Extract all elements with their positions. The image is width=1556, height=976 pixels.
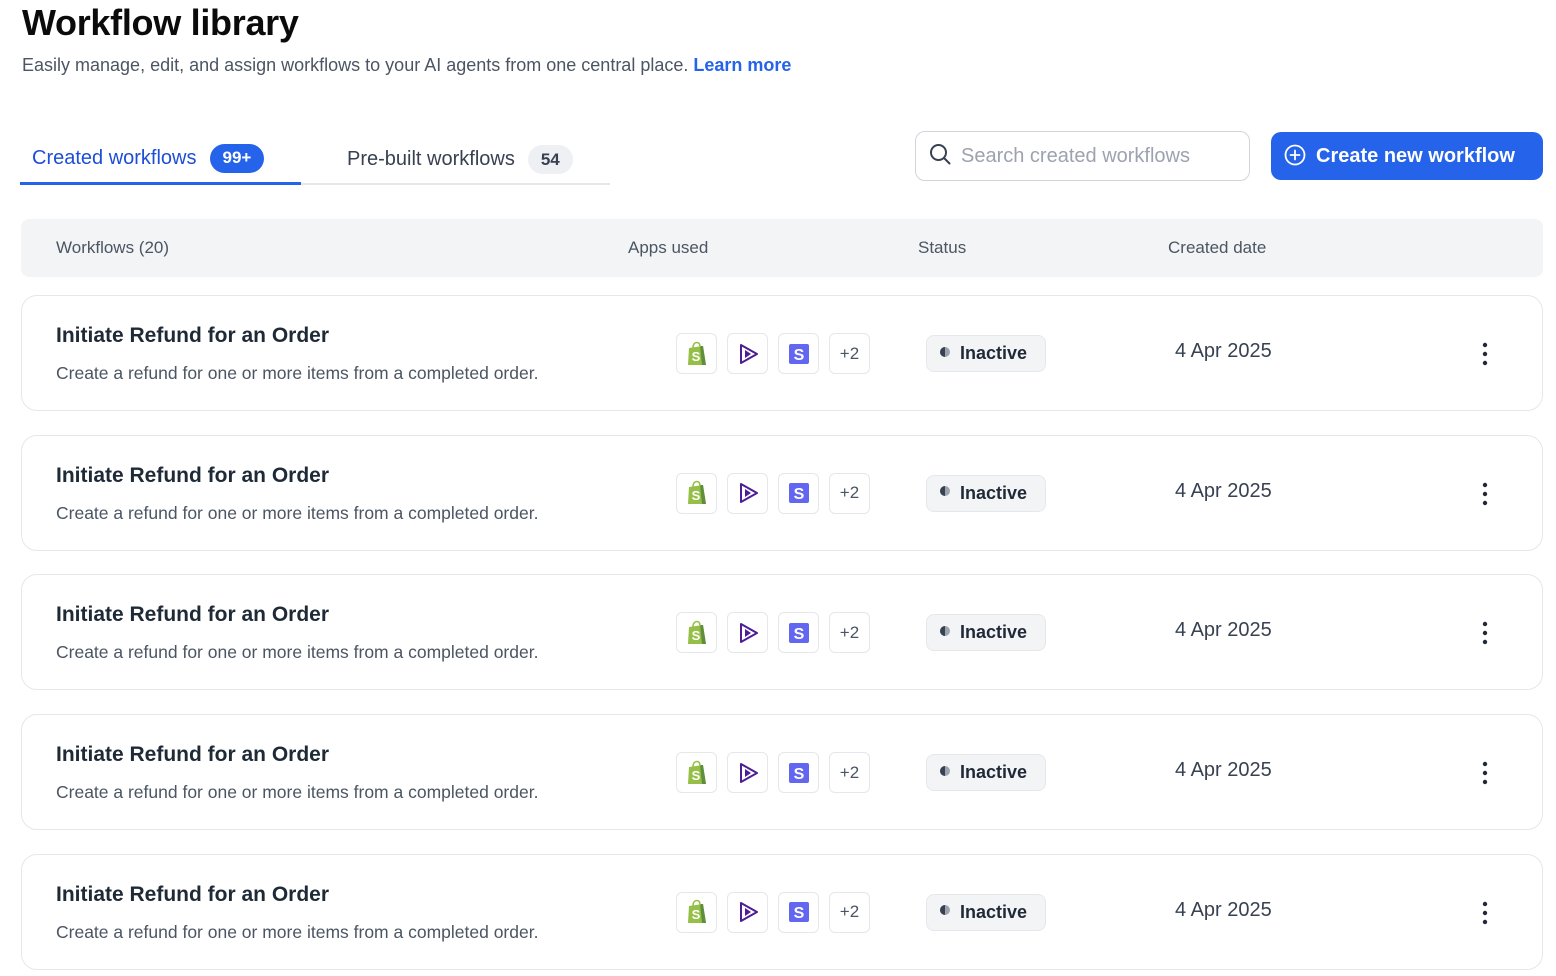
- shopify-icon: S: [676, 612, 717, 654]
- column-header-workflows[interactable]: Workflows (20): [56, 219, 169, 277]
- workflow-row[interactable]: Initiate Refund for an Order Create a re…: [21, 295, 1543, 411]
- more-options-icon[interactable]: [1472, 474, 1498, 514]
- search-input[interactable]: [961, 144, 1231, 168]
- workflow-row[interactable]: Initiate Refund for an Order Create a re…: [21, 853, 1543, 970]
- created-date: 4 Apr 2025: [1175, 479, 1272, 502]
- shopify-icon: S: [676, 752, 717, 794]
- svg-text:S: S: [691, 628, 700, 643]
- apps-used: S S +2: [676, 752, 870, 794]
- workflow-row[interactable]: Initiate Refund for an Order Create a re…: [21, 714, 1543, 831]
- apps-more-count[interactable]: +2: [829, 752, 870, 794]
- page-subtitle: Easily manage, edit, and assign workflow…: [22, 55, 791, 76]
- more-options-icon[interactable]: [1472, 753, 1498, 793]
- workflow-title: Initiate Refund for an Order: [56, 463, 330, 487]
- apps-used: S S +2: [676, 891, 870, 933]
- half-circle-status-icon: [939, 624, 951, 642]
- page-title: Workflow library: [22, 2, 299, 43]
- svg-text:S: S: [691, 907, 700, 922]
- shopify-icon: S: [676, 472, 717, 514]
- half-circle-status-icon: [939, 345, 951, 363]
- workflow-row[interactable]: Initiate Refund for an Order Create a re…: [21, 574, 1543, 691]
- shopify-icon: S: [676, 891, 717, 933]
- play-app-icon: [727, 752, 768, 794]
- table-header: Workflows (20) Apps used Status Created …: [21, 219, 1543, 277]
- create-button-label: Create new workflow: [1316, 144, 1515, 167]
- status-text: Inactive: [960, 622, 1028, 643]
- half-circle-status-icon: [939, 484, 951, 502]
- play-app-icon: [727, 612, 768, 654]
- more-options-icon[interactable]: [1472, 893, 1498, 933]
- created-date: 4 Apr 2025: [1175, 619, 1272, 642]
- tab-prebuilt-label: Pre-built workflows: [347, 148, 515, 170]
- status-text: Inactive: [960, 901, 1028, 922]
- workflow-title: Initiate Refund for an Order: [56, 324, 330, 347]
- apps-used: S S +2: [676, 333, 870, 374]
- plus-circle-icon: [1284, 144, 1306, 169]
- apps-more-count[interactable]: +2: [829, 612, 870, 654]
- svg-text:S: S: [691, 349, 700, 364]
- more-options-icon[interactable]: [1472, 613, 1498, 653]
- created-date: 4 Apr 2025: [1175, 340, 1272, 362]
- create-new-workflow-button[interactable]: Create new workflow: [1271, 132, 1543, 180]
- svg-text:S: S: [691, 768, 700, 783]
- search-box[interactable]: [915, 131, 1250, 181]
- shopify-icon: S: [676, 333, 717, 374]
- status-badge: Inactive: [926, 754, 1046, 792]
- play-app-icon: [727, 891, 768, 933]
- workflow-description: Create a refund for one or more items fr…: [56, 642, 539, 663]
- svg-text:S: S: [691, 488, 700, 503]
- status-badge: Inactive: [926, 614, 1046, 652]
- column-header-created-date[interactable]: Created date: [1168, 219, 1266, 277]
- svg-text:S: S: [793, 626, 804, 643]
- workflow-description: Create a refund for one or more items fr…: [56, 782, 539, 803]
- half-circle-status-icon: [939, 764, 951, 782]
- svg-text:S: S: [793, 766, 804, 783]
- s-app-icon: S: [778, 612, 819, 654]
- apps-more-count[interactable]: +2: [829, 891, 870, 933]
- tab-created-label: Created workflows: [32, 146, 197, 169]
- apps-used: S S +2: [676, 612, 870, 654]
- workflow-description: Create a refund for one or more items fr…: [56, 502, 539, 523]
- status-badge: Inactive: [926, 474, 1046, 512]
- created-date: 4 Apr 2025: [1175, 759, 1272, 782]
- column-header-apps: Apps used: [628, 238, 709, 257]
- svg-text:S: S: [793, 905, 804, 922]
- half-circle-status-icon: [939, 903, 951, 921]
- created-date: 4 Apr 2025: [1175, 898, 1272, 921]
- learn-more-link[interactable]: Learn more: [693, 55, 791, 75]
- status-badge: Inactive: [926, 893, 1046, 931]
- workflow-row[interactable]: Initiate Refund for an Order Create a re…: [21, 434, 1543, 551]
- apps-more-count[interactable]: +2: [829, 472, 870, 514]
- tab-created-workflows[interactable]: Created workflows 99+: [20, 134, 301, 185]
- workflow-tabs: Created workflows 99+ Pre-built workflow…: [20, 134, 610, 185]
- apps-more-count[interactable]: +2: [829, 333, 870, 374]
- workflow-description: Create a refund for one or more items fr…: [56, 921, 539, 942]
- apps-used: S S +2: [676, 472, 870, 514]
- s-app-icon: S: [778, 333, 819, 374]
- play-app-icon: [727, 472, 768, 514]
- status-badge: Inactive: [926, 335, 1046, 372]
- workflow-title: Initiate Refund for an Order: [56, 882, 330, 906]
- tab-created-badge: 99+: [209, 143, 265, 173]
- column-header-status[interactable]: Status: [918, 219, 966, 277]
- workflow-title: Initiate Refund for an Order: [56, 603, 330, 627]
- tab-prebuilt-workflows[interactable]: Pre-built workflows 54: [347, 134, 610, 185]
- play-app-icon: [727, 333, 768, 374]
- status-text: Inactive: [960, 343, 1028, 363]
- subtitle-text: Easily manage, edit, and assign workflow…: [22, 55, 689, 75]
- workflow-title: Initiate Refund for an Order: [56, 743, 330, 767]
- search-icon: [929, 143, 951, 170]
- s-app-icon: S: [778, 472, 819, 514]
- workflow-description: Create a refund for one or more items fr…: [56, 363, 539, 383]
- s-app-icon: S: [778, 752, 819, 794]
- status-text: Inactive: [960, 762, 1028, 783]
- svg-text:S: S: [793, 347, 804, 364]
- status-text: Inactive: [960, 482, 1028, 503]
- more-options-icon[interactable]: [1472, 334, 1498, 374]
- s-app-icon: S: [778, 891, 819, 933]
- svg-text:S: S: [793, 486, 804, 503]
- tab-prebuilt-badge: 54: [527, 145, 573, 174]
